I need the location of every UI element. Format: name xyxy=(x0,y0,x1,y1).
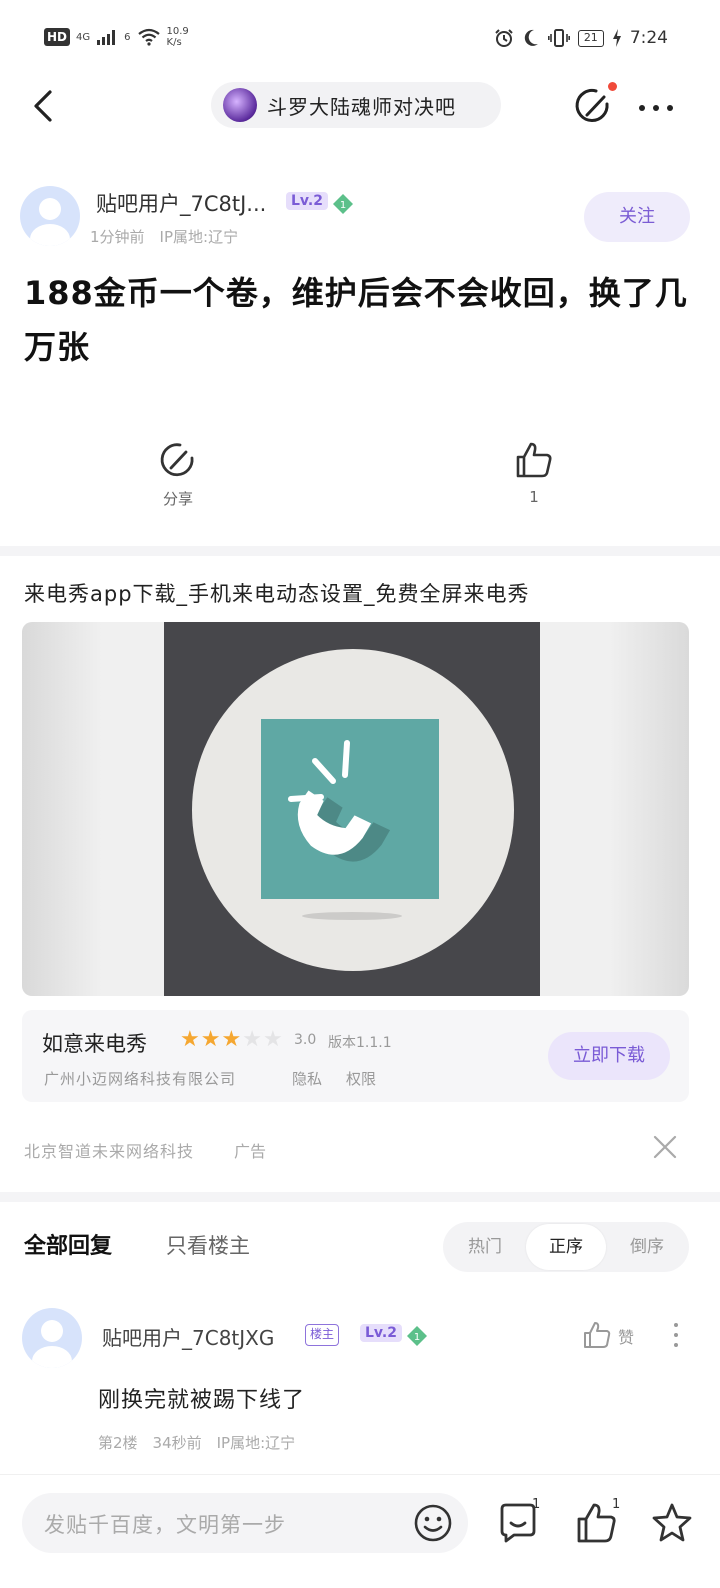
follow-button[interactable]: 关注 xyxy=(584,192,690,242)
thumbs-up-icon xyxy=(516,442,552,478)
charging-icon xyxy=(612,29,621,47)
forum-name: 斗罗大陆魂师对决吧 xyxy=(267,94,456,119)
permissions-link[interactable]: 权限 xyxy=(346,1068,376,1089)
rating-value: 3.0 xyxy=(294,1032,317,1048)
wifi-icon xyxy=(137,28,160,46)
vibrate-icon xyxy=(547,29,570,47)
like-count: 1 xyxy=(529,488,539,506)
reply-author-name[interactable]: 贴吧用户_7C8tJXG xyxy=(102,1322,274,1351)
net-speed-value: 10.9 xyxy=(166,26,189,37)
phone-icon xyxy=(288,740,391,862)
section-divider xyxy=(0,546,720,556)
tab-owner-only[interactable]: 只看楼主 xyxy=(166,1230,250,1260)
post-actions: 分享 1 xyxy=(0,440,720,520)
app-card[interactable]: 如意来电秀 ★ ★ ★ ★ ★ 3.0 版本1.1.1 广州小迈网络科技有限公司… xyxy=(22,1010,689,1102)
signal-icon xyxy=(97,30,116,45)
tab-all-replies[interactable]: 全部回复 xyxy=(24,1228,112,1260)
share-button[interactable]: 分享 xyxy=(118,440,238,509)
post-author: 贴吧用户_7C8tJ... Lv.2 1 1分钟前 IP属地:辽宁 关注 xyxy=(18,184,698,254)
owner-badge: 楼主 xyxy=(305,1324,340,1346)
battery-indicator: 21 xyxy=(577,29,604,47)
level-badge: Lv.2 xyxy=(286,192,328,210)
more-vertical-icon[interactable] xyxy=(666,1320,686,1350)
reply-item: 贴吧用户_7C8tJXG 楼主 Lv.2 1 赞 刚换完就被踢下线了 第2楼 3… xyxy=(20,1306,700,1466)
more-dots-icon xyxy=(639,105,673,111)
download-button[interactable]: 立即下载 xyxy=(548,1032,670,1080)
emoji-icon[interactable] xyxy=(412,1502,454,1544)
more-button[interactable] xyxy=(634,84,678,128)
notification-dot xyxy=(608,82,617,91)
app-version: 版本1.1.1 xyxy=(328,1035,392,1051)
level-badge: Lv.2 xyxy=(360,1324,402,1342)
comment-count: 1 xyxy=(532,1497,541,1512)
network-indicator: 4G xyxy=(76,31,91,43)
star-icon: ★ xyxy=(242,1027,262,1052)
close-icon[interactable] xyxy=(652,1134,678,1160)
compose-input[interactable]: 发贴千百度，文明第一步 xyxy=(22,1493,468,1553)
edit-icon xyxy=(575,89,609,122)
avatar[interactable] xyxy=(22,1308,82,1368)
sort-ascending[interactable]: 正序 xyxy=(526,1224,606,1270)
privacy-link[interactable]: 隐私 xyxy=(292,1068,322,1089)
like-button[interactable]: 1 xyxy=(474,440,594,506)
bottom-bar: 发贴千百度，文明第一步 1 1 xyxy=(0,1474,720,1588)
status-right: 21 7:24 xyxy=(494,28,668,48)
sort-selector: 热门 正序 倒序 xyxy=(443,1222,689,1272)
net-speed-unit: K/s xyxy=(166,37,182,48)
ad-image[interactable] xyxy=(22,622,689,996)
net-speed: 10.9 K/s xyxy=(167,26,189,48)
star-icon: ★ xyxy=(262,1027,283,1052)
gem-level: 1 xyxy=(414,1332,420,1343)
like-label[interactable]: 赞 xyxy=(618,1324,634,1348)
alarm-icon xyxy=(495,29,513,47)
reply-content: 刚换完就被踢下线了 xyxy=(98,1388,306,1413)
post-title: 188金币一个卷，维护后会不会收回，换了几万张 xyxy=(24,274,688,366)
avatar[interactable] xyxy=(20,186,80,246)
gem-icon: 1 xyxy=(407,1326,427,1346)
moon-icon xyxy=(524,29,538,46)
forum-avatar xyxy=(223,88,257,122)
section-divider xyxy=(0,1192,720,1202)
ad-source: 北京智道未来网络科技 xyxy=(24,1142,195,1161)
status-bar: HD 4G 6 10.9 K/s 21 7:24 xyxy=(0,0,720,80)
wifi-label: 6 xyxy=(124,31,131,43)
gem-icon: 1 xyxy=(333,194,353,214)
rating-stars: ★ ★ ★ ★ ★ xyxy=(180,1028,283,1052)
chevron-left-icon xyxy=(34,90,52,122)
ad-tag: 广告 xyxy=(234,1142,267,1161)
reply-meta: 第2楼 34秒前 IP属地:辽宁 xyxy=(98,1434,296,1452)
sort-hot[interactable]: 热门 xyxy=(445,1222,525,1272)
post-meta: 1分钟前 IP属地:辽宁 xyxy=(90,228,239,246)
author-name[interactable]: 贴吧用户_7C8tJ... xyxy=(96,188,266,218)
back-button[interactable] xyxy=(24,84,64,128)
star-icon: ★ xyxy=(221,1027,242,1052)
compose-placeholder: 发贴千百度，文明第一步 xyxy=(44,1513,286,1537)
star-icon: ★ xyxy=(180,1027,200,1052)
edit-button[interactable] xyxy=(574,84,614,128)
like-count: 1 xyxy=(612,1497,621,1512)
ad-image-shadow xyxy=(302,912,402,920)
thumbs-up-icon[interactable] xyxy=(582,1320,612,1350)
sort-descending[interactable]: 倒序 xyxy=(607,1222,687,1272)
status-left: HD 4G 6 10.9 K/s xyxy=(44,26,189,48)
gem-level: 1 xyxy=(340,200,346,211)
app-name: 如意来电秀 xyxy=(42,1032,147,1056)
ad-title[interactable]: 来电秀app下载_手机来电动态设置_免费全屏来电秀 xyxy=(24,578,530,608)
app-company: 广州小迈网络科技有限公司 xyxy=(44,1070,237,1088)
star-icon: ★ xyxy=(200,1027,221,1052)
share-label: 分享 xyxy=(162,490,193,508)
clock: 7:24 xyxy=(629,28,668,48)
share-icon xyxy=(160,443,194,477)
star-icon[interactable] xyxy=(650,1499,694,1547)
hd-indicator: HD xyxy=(44,28,71,46)
forum-link[interactable]: 斗罗大陆魂师对决吧 xyxy=(211,82,501,128)
